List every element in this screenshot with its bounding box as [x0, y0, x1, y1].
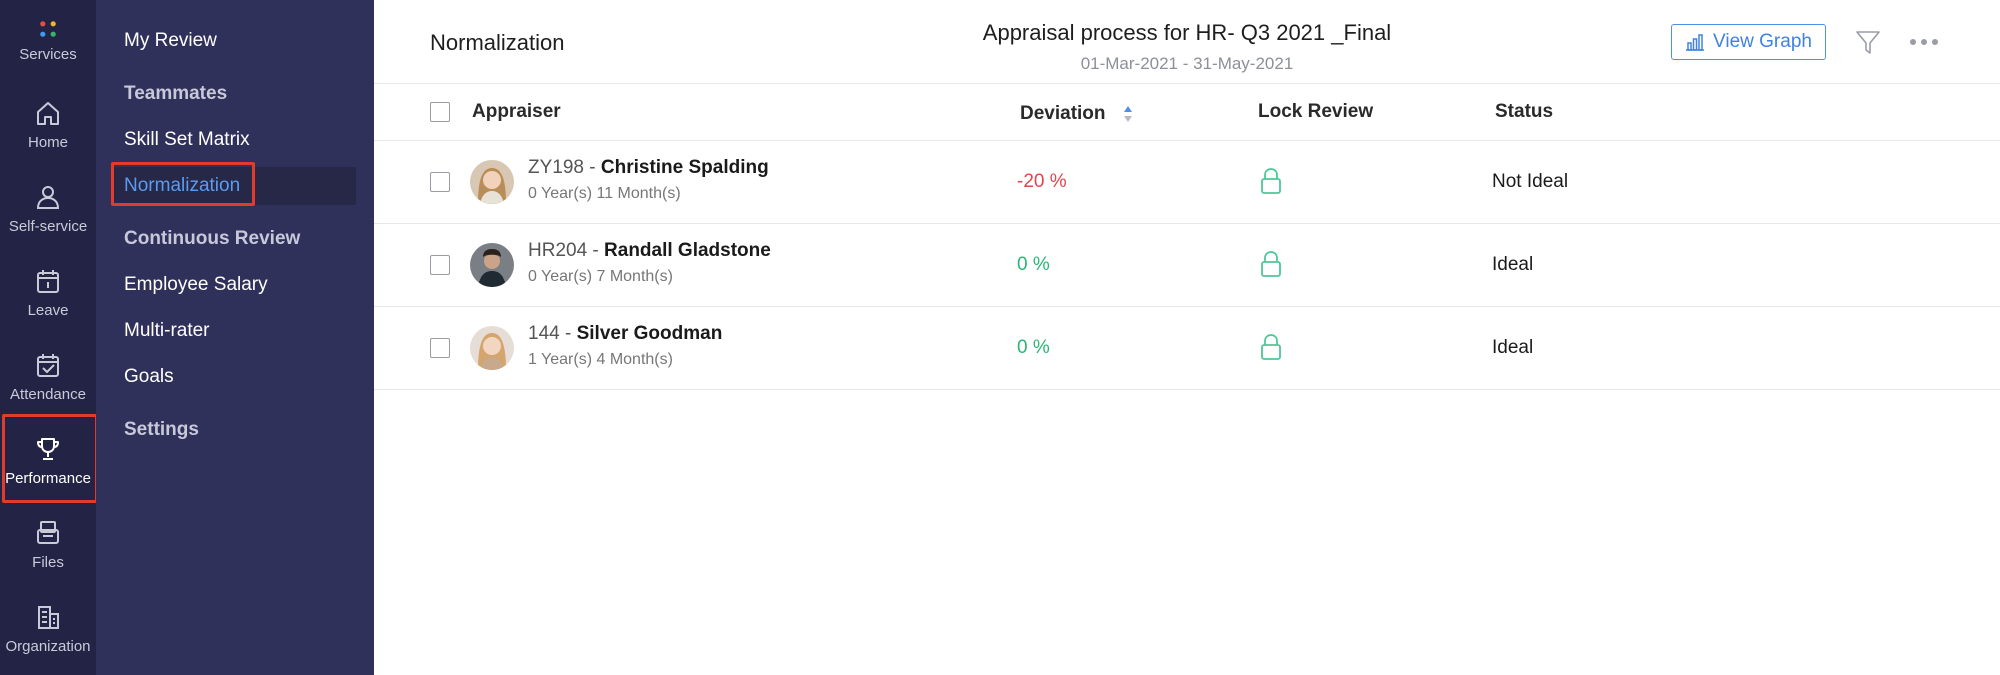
subnav-item-normalization[interactable]: Normalization	[124, 175, 240, 197]
column-header-deviation[interactable]: Deviation	[1020, 103, 1106, 125]
status-value: Ideal	[1492, 337, 1534, 358]
services-icon	[40, 21, 56, 37]
subnav-item-teammates[interactable]: Teammates	[124, 83, 227, 105]
column-header-status: Status	[1495, 101, 1554, 122]
rail-label: Services	[19, 46, 77, 63]
lock-icon[interactable]	[1260, 167, 1282, 195]
more-options-icon[interactable]	[1908, 32, 1940, 52]
trophy-icon	[37, 438, 59, 460]
row-checkbox[interactable]	[430, 338, 450, 358]
column-header-lock-review: Lock Review	[1258, 101, 1374, 122]
rail-label: Performance	[5, 470, 91, 487]
normalization-table: Appraiser Deviation Lock Review Status Z…	[374, 84, 2000, 390]
home-icon	[37, 102, 59, 125]
subnav-item-settings[interactable]: Settings	[124, 419, 199, 441]
rail-item-performance[interactable]: Performance	[0, 420, 96, 504]
status-value: Not Ideal	[1492, 171, 1569, 192]
view-graph-button[interactable]: View Graph	[1671, 24, 1826, 60]
avatar	[470, 160, 514, 204]
subnav-item-employee-salary[interactable]: Employee Salary	[124, 274, 268, 296]
rail-label: Leave	[27, 302, 69, 319]
subnav-item-multi-rater[interactable]: Multi-rater	[124, 320, 210, 342]
rail-item-home[interactable]: Home	[0, 84, 96, 168]
lock-icon[interactable]	[1260, 250, 1282, 278]
appraiser-id-name[interactable]: HR204 - Randall Gladstone	[528, 240, 771, 262]
table-row: HR204 - Randall Gladstone 0 Year(s) 7 Mo…	[374, 224, 2000, 307]
rail-label: Home	[27, 134, 68, 151]
row-checkbox[interactable]	[430, 172, 450, 192]
deviation-value: 0 %	[1017, 337, 1050, 358]
rail-item-services[interactable]: Services	[0, 0, 96, 84]
column-header-appraiser: Appraiser	[472, 101, 561, 122]
avatar	[470, 326, 514, 370]
rail-item-self-service[interactable]: Self-service	[0, 168, 96, 252]
files-icon	[37, 521, 59, 544]
appraiser-experience: 1 Year(s) 4 Month(s)	[528, 351, 673, 368]
calendar-check-icon	[37, 354, 59, 377]
appraiser-name: Silver Goodman	[576, 323, 723, 344]
building-icon	[38, 606, 59, 629]
appraiser-id: HR204 -	[528, 240, 605, 261]
appraiser-experience: 0 Year(s) 11 Month(s)	[528, 185, 681, 202]
rail-label: Files	[32, 554, 64, 571]
rail-label: Organization	[5, 638, 91, 655]
table-row: 144 - Silver Goodman 1 Year(s) 4 Month(s…	[374, 307, 2000, 390]
subnav-item-my-review[interactable]: My Review	[124, 30, 217, 52]
rail-item-organization[interactable]: Organization	[0, 588, 96, 672]
select-all-checkbox[interactable]	[430, 102, 450, 122]
performance-subnav: My Review Teammates Skill Set Matrix Nor…	[96, 0, 374, 675]
subnav-item-continuous-review[interactable]: Continuous Review	[124, 228, 300, 250]
deviation-value: 0 %	[1017, 254, 1050, 275]
subnav-item-skill-set-matrix[interactable]: Skill Set Matrix	[124, 129, 250, 151]
table-header: Appraiser Deviation Lock Review Status	[374, 84, 2000, 141]
appraiser-id-name[interactable]: ZY198 - Christine Spalding	[528, 157, 769, 179]
user-icon	[36, 186, 60, 209]
filter-icon[interactable]	[1854, 28, 1882, 56]
bar-chart-icon	[1686, 34, 1705, 51]
appraiser-name: Randall Gladstone	[604, 240, 771, 261]
calendar-icon	[37, 270, 59, 293]
appraiser-id: 144 -	[528, 323, 577, 344]
icon-rail: Services Home Self-service Leave Attenda…	[0, 0, 98, 675]
table-row: ZY198 - Christine Spalding 0 Year(s) 11 …	[374, 141, 2000, 224]
appraiser-name: Christine Spalding	[600, 157, 769, 178]
avatar	[470, 243, 514, 287]
sort-icon[interactable]	[1122, 102, 1134, 126]
rail-item-attendance[interactable]: Attendance	[0, 336, 96, 420]
view-graph-label: View Graph	[1713, 31, 1812, 52]
lock-icon[interactable]	[1260, 333, 1282, 361]
appraiser-experience: 0 Year(s) 7 Month(s)	[528, 268, 673, 285]
rail-label: Self-service	[8, 218, 88, 235]
row-checkbox[interactable]	[430, 255, 450, 275]
rail-label: Attendance	[10, 386, 86, 403]
status-value: Ideal	[1492, 254, 1534, 275]
page-header: Normalization Appraisal process for HR- …	[374, 0, 2000, 84]
appraiser-id: ZY198 -	[528, 157, 601, 178]
deviation-value: -20 %	[1017, 171, 1067, 192]
subnav-item-goals[interactable]: Goals	[124, 366, 174, 388]
rail-item-leave[interactable]: Leave	[0, 252, 96, 336]
appraiser-id-name[interactable]: 144 - Silver Goodman	[528, 323, 722, 345]
rail-item-files[interactable]: Files	[0, 504, 96, 588]
